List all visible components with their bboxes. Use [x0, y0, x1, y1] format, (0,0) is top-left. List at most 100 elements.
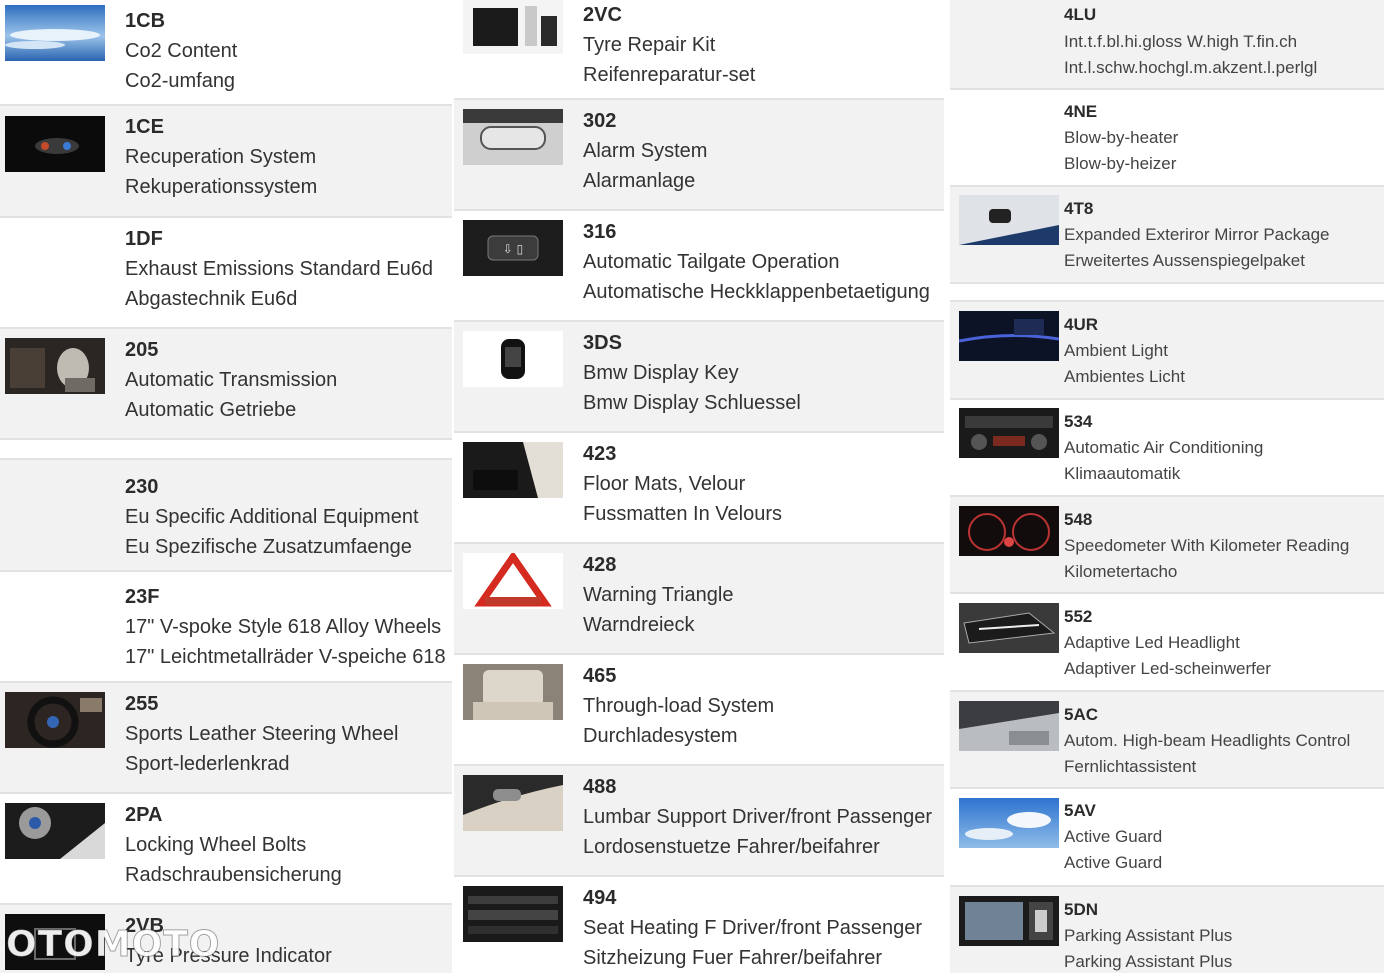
- gear-selector-image: [5, 338, 105, 394]
- option-name-de: Rekuperationssystem: [125, 176, 318, 198]
- option-item: 5AV Active Guard Active Guard: [950, 789, 1384, 885]
- recuperation-display-image: [5, 116, 105, 172]
- option-code: 5AV: [1064, 801, 1096, 820]
- option-name-en: Alarm System: [583, 140, 708, 162]
- option-name-de: Warndreieck: [583, 614, 695, 636]
- option-name-de: Durchladesystem: [583, 725, 738, 747]
- option-item: 3DS Bmw Display Key Bmw Display Schluess…: [454, 322, 944, 431]
- display-key-image: [463, 331, 563, 387]
- rear-seats-image: [463, 664, 563, 720]
- option-name-en: Locking Wheel Bolts: [125, 834, 307, 856]
- ambient-light-image: [959, 311, 1059, 361]
- option-name-de: Erweitertes Aussenspiegelpaket: [1064, 251, 1305, 270]
- option-name-de: Int.l.schw.hochgl.m.akzent.l.perlgl: [1064, 58, 1318, 77]
- option-item: 428 Warning Triangle Warndreieck: [454, 544, 944, 653]
- alloy-wheel-image: [5, 803, 105, 859]
- option-item: 5AC Autom. High-beam Headlights Control …: [950, 692, 1384, 787]
- option-name-en: Tyre Repair Kit: [583, 34, 716, 56]
- repair-kit-image: [463, 0, 563, 54]
- option-item: 1DF Exhaust Emissions Standard Eu6d Abga…: [0, 218, 452, 327]
- option-name-de: 17" Leichtmetallräder V-speiche 618: [125, 646, 446, 668]
- option-item: 552 Adaptive Led Headlight Adaptiver Led…: [950, 594, 1384, 690]
- option-item: 205 Automatic Transmission Automatic Get…: [0, 329, 452, 438]
- option-item: 2PA Locking Wheel Bolts Radschraubensich…: [0, 794, 452, 903]
- option-name-de: Kilometertacho: [1064, 562, 1178, 581]
- option-item: 4NE Blow-by-heater Blow-by-heizer: [950, 90, 1384, 185]
- option-item: 1CB Co2 Content Co2-umfang: [0, 0, 452, 104]
- option-code: 302: [583, 110, 617, 132]
- option-code: 494: [583, 887, 617, 909]
- option-item: 488 Lumbar Support Driver/front Passenge…: [454, 766, 944, 875]
- option-name-en: Automatic Transmission: [125, 369, 338, 391]
- warning-triangle-image: [463, 553, 563, 609]
- floor-mats-image: [463, 442, 563, 498]
- option-name-de: Adaptiver Led-scheinwerfer: [1064, 659, 1271, 678]
- seat-controls-image: [463, 775, 563, 831]
- option-name-de: Lordosenstuetze Fahrer/beifahrer: [583, 836, 880, 858]
- option-name-en: Adaptive Led Headlight: [1064, 633, 1240, 652]
- option-name-en: Speedometer With Kilometer Reading: [1064, 536, 1350, 555]
- options-column-2: 2VC Tyre Repair Kit Reifenreparatur-set …: [454, 0, 944, 973]
- option-code: 428: [583, 554, 617, 576]
- climate-panel-image: [463, 886, 563, 942]
- option-item: 548 Speedometer With Kilometer Reading K…: [950, 497, 1384, 592]
- option-code: 1DF: [125, 228, 163, 250]
- option-code: 4LU: [1064, 5, 1097, 24]
- option-code: 1CE: [125, 116, 164, 138]
- option-code: 2VC: [583, 4, 622, 26]
- otomoto-watermark: OTOMOTO: [5, 924, 221, 966]
- option-name-de: Co2-umfang: [125, 70, 236, 92]
- options-column-1: 1CB Co2 Content Co2-umfang 1CE Recuperat…: [0, 0, 452, 973]
- option-name-de: Reifenreparatur-set: [583, 64, 756, 86]
- option-code: 548: [1064, 510, 1093, 529]
- option-item: 23F 17" V-spoke Style 618 Alloy Wheels 1…: [0, 572, 452, 681]
- sky-image: [959, 798, 1059, 848]
- option-item: 255 Sports Leather Steering Wheel Sport-…: [0, 683, 452, 792]
- option-item: 494 Seat Heating F Driver/front Passenge…: [454, 877, 944, 973]
- option-name-en: Ambient Light: [1064, 341, 1168, 360]
- option-name-en: Automatic Tailgate Operation: [583, 251, 840, 273]
- option-item: 230 Eu Specific Additional Equipment Eu …: [0, 460, 452, 570]
- option-name-en: Through-load System: [583, 695, 775, 717]
- rear-mirror-image: [463, 109, 563, 165]
- option-name-de: Fernlichtassistent: [1064, 757, 1197, 776]
- option-code: 423: [583, 443, 617, 465]
- option-name-en: Active Guard: [1064, 827, 1163, 846]
- option-name-en: Bmw Display Key: [583, 362, 739, 384]
- option-code: 4UR: [1064, 315, 1099, 334]
- option-code: 5AC: [1064, 705, 1099, 724]
- tailgate-button-image: ⇩ ▯: [463, 220, 563, 276]
- option-item: 5DN Parking Assistant Plus Parking Assis…: [950, 887, 1384, 973]
- option-name-en: Lumbar Support Driver/front Passenger: [583, 806, 933, 828]
- option-code: 465: [583, 665, 617, 687]
- option-name-en: Exhaust Emissions Standard Eu6d: [125, 258, 433, 280]
- steering-wheel-image: [5, 692, 105, 748]
- option-name-de: Fussmatten In Velours: [583, 503, 782, 525]
- option-code: 2PA: [125, 804, 163, 826]
- option-name-de: Active Guard: [1064, 853, 1163, 872]
- option-code: 3DS: [583, 332, 622, 354]
- option-name-de: Automatische Heckklappenbetaetigung: [583, 281, 930, 303]
- air-conditioning-image: [959, 408, 1059, 458]
- option-name-en: Co2 Content: [125, 40, 238, 62]
- option-item: 1CE Recuperation System Rekuperationssys…: [0, 106, 452, 216]
- option-code: 4NE: [1064, 102, 1098, 121]
- option-item: 2VC Tyre Repair Kit Reifenreparatur-set: [454, 0, 944, 98]
- svg-text:⇩ ▯: ⇩ ▯: [503, 242, 523, 256]
- options-column-3: 4LU Int.t.f.bl.hi.gloss W.high T.fin.ch …: [950, 0, 1384, 973]
- option-item: 302 Alarm System Alarmanlage: [454, 100, 944, 209]
- option-name-en: Recuperation System: [125, 146, 317, 168]
- option-name-en: Expanded Exteriror Mirror Package: [1064, 225, 1330, 244]
- option-code: 316: [583, 221, 617, 243]
- option-name-de: Radschraubensicherung: [125, 864, 342, 886]
- option-code: 1CB: [125, 10, 166, 32]
- parking-camera-image: [959, 896, 1059, 946]
- option-item: 4UR Ambient Light Ambientes Licht: [950, 302, 1384, 398]
- option-name-en: Seat Heating F Driver/front Passenger: [583, 917, 923, 939]
- option-name-de: Bmw Display Schluessel: [583, 392, 801, 414]
- sky-clouds-image: [5, 5, 105, 61]
- exterior-mirror-image: [959, 195, 1059, 245]
- option-name-de: Parking Assistant Plus: [1064, 952, 1233, 971]
